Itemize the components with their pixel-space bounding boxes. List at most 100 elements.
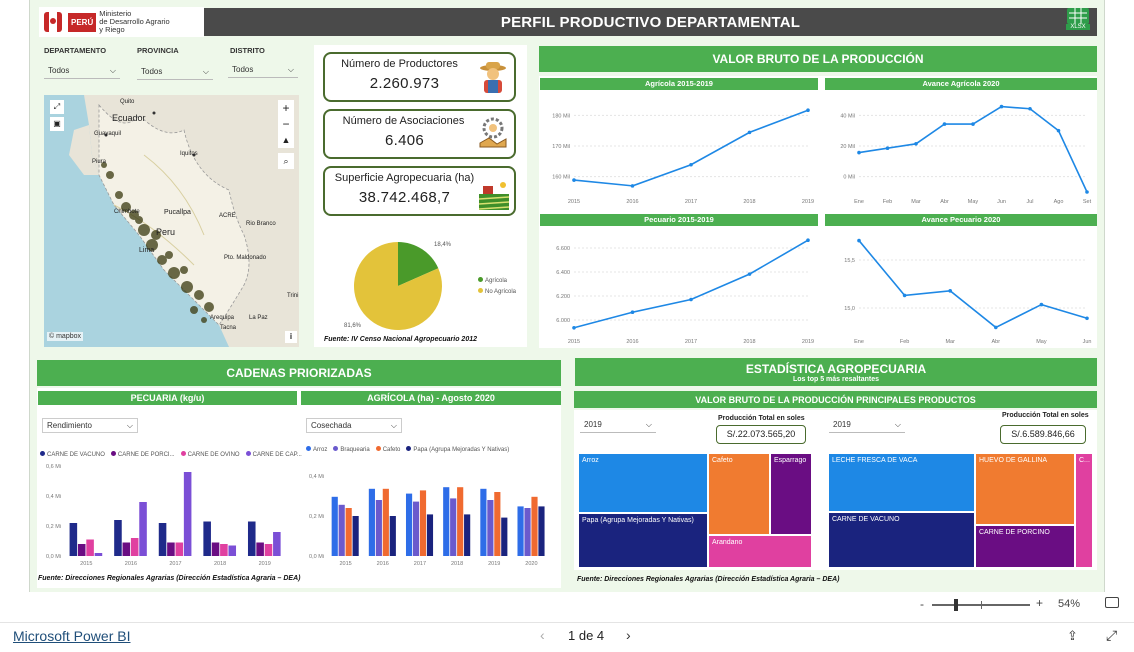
bar[interactable] bbox=[389, 516, 396, 556]
data-point[interactable] bbox=[1085, 316, 1089, 321]
line-chart-avance-pecuario[interactable]: 15,0 15,5 Ene Feb Mar Abr May Jun bbox=[825, 228, 1097, 346]
bar[interactable] bbox=[531, 496, 538, 556]
bar[interactable] bbox=[264, 544, 273, 556]
bar[interactable] bbox=[338, 504, 345, 556]
zoom-out-icon[interactable]: - bbox=[920, 597, 924, 611]
bar[interactable] bbox=[501, 517, 508, 556]
powerbi-brand-link[interactable]: Microsoft Power BI bbox=[13, 628, 130, 644]
agricola-measure-dropdown[interactable]: Cosechada ⌵ bbox=[306, 418, 402, 433]
data-point[interactable] bbox=[572, 325, 576, 330]
data-point[interactable] bbox=[999, 104, 1004, 109]
bar[interactable] bbox=[368, 488, 375, 556]
bar[interactable] bbox=[487, 500, 494, 556]
line-chart-agricola[interactable]: 160 Mil 170 Mil 180 Mil 2015 2016 2017 2018 201… bbox=[540, 92, 818, 206]
bar[interactable] bbox=[228, 545, 237, 557]
bar[interactable] bbox=[273, 532, 281, 556]
data-point[interactable] bbox=[689, 297, 693, 302]
bar[interactable] bbox=[175, 542, 184, 557]
legend-item[interactable]: CARNE DE VACUNO bbox=[40, 451, 105, 458]
prev-page-icon[interactable]: ‹ bbox=[540, 627, 545, 643]
filter-departamento-dropdown[interactable]: Todos ⌵ bbox=[44, 63, 120, 79]
data-point[interactable] bbox=[806, 238, 810, 243]
map-search-icon[interactable]: ⌕ bbox=[278, 153, 294, 169]
legend-item[interactable]: CARNE DE CAP... bbox=[245, 451, 302, 458]
treemap-item-esparrago[interactable]: Esparrago bbox=[770, 453, 812, 535]
bar[interactable] bbox=[405, 493, 413, 556]
bar[interactable] bbox=[183, 472, 192, 556]
data-point[interactable] bbox=[902, 293, 907, 298]
rect-select-icon[interactable]: ▣ bbox=[50, 117, 64, 131]
treemap-item-arroz[interactable]: Arroz bbox=[578, 453, 708, 513]
data-point[interactable] bbox=[1028, 106, 1032, 111]
data-point[interactable] bbox=[747, 130, 752, 135]
legend-item[interactable]: CARNE DE PORCI... bbox=[110, 451, 175, 458]
treemap-pecuario[interactable]: LECHE FRESCA DE VACA CARNE DE VACUNO HUE… bbox=[828, 453, 1093, 568]
treemap-item-carne-porcino[interactable]: CARNE DE PORCINO bbox=[975, 525, 1075, 568]
lasso-select-icon[interactable]: ⤢ bbox=[50, 100, 64, 114]
bar[interactable] bbox=[352, 516, 359, 556]
data-point[interactable] bbox=[1056, 128, 1061, 133]
zoom-in-button[interactable]: + bbox=[278, 100, 294, 116]
line-chart-avance-agricola[interactable]: 0 Mil 20 Mil 40 Mil Ene Feb Mar Abr May Jun Jul Ag… bbox=[825, 92, 1097, 206]
next-page-icon[interactable]: › bbox=[626, 627, 631, 643]
bar[interactable] bbox=[77, 544, 86, 556]
data-point[interactable] bbox=[971, 122, 975, 126]
bar[interactable] bbox=[345, 508, 352, 556]
data-point[interactable] bbox=[1085, 190, 1089, 194]
bar[interactable] bbox=[494, 492, 501, 556]
fullscreen-icon[interactable]: ⤢ bbox=[1106, 627, 1117, 644]
bar[interactable] bbox=[247, 521, 256, 557]
zoom-slider-thumb[interactable] bbox=[954, 599, 958, 611]
info-icon[interactable]: i bbox=[285, 331, 297, 343]
bar[interactable] bbox=[524, 508, 531, 556]
legend-item[interactable]: Cafeto bbox=[375, 446, 400, 453]
bar[interactable] bbox=[426, 514, 434, 556]
bar[interactable] bbox=[412, 501, 420, 556]
compass-icon[interactable]: ▲ bbox=[278, 132, 294, 148]
data-point[interactable] bbox=[994, 325, 998, 330]
treemap1-year-dropdown[interactable]: 2019 ⌵ bbox=[580, 417, 656, 433]
bar[interactable] bbox=[450, 498, 457, 556]
data-point[interactable] bbox=[857, 238, 861, 243]
data-point[interactable] bbox=[948, 289, 952, 293]
treemap-item-leche[interactable]: LECHE FRESCA DE VACA bbox=[828, 453, 975, 512]
bar[interactable] bbox=[331, 496, 338, 556]
fit-to-page-icon[interactable] bbox=[1105, 597, 1119, 608]
bar[interactable] bbox=[94, 553, 103, 556]
zoom-in-icon[interactable]: + bbox=[1036, 596, 1043, 610]
bar[interactable] bbox=[443, 487, 450, 556]
treemap-item-papa[interactable]: Papa (Agrupa Mejoradas Y Nativas) bbox=[578, 513, 708, 568]
bar[interactable] bbox=[139, 502, 147, 556]
pecuaria-measure-dropdown[interactable]: Rendimiento ⌵ bbox=[42, 418, 138, 433]
bar[interactable] bbox=[419, 490, 427, 556]
data-point[interactable] bbox=[747, 272, 752, 276]
map-visual[interactable]: Quito Ecuador Guayaquil Piura Iquitos Ch… bbox=[44, 95, 299, 347]
line-chart-pecuario[interactable]: 6.000 6.200 6.400 6.600 2015 2016 2017 2018 2019 bbox=[540, 228, 818, 346]
bar-chart-pecuaria[interactable]: 0,0 Mi 0,2 Mi 0,4 Mi 0,6 Mi 2015 2016 2017 2018… bbox=[38, 460, 293, 568]
treemap-item-arandano[interactable]: Arandano bbox=[708, 535, 812, 568]
bar[interactable] bbox=[167, 542, 175, 557]
data-point[interactable] bbox=[1039, 302, 1044, 307]
data-point[interactable] bbox=[806, 108, 810, 113]
legend-item[interactable]: Papa (Agrupa Mejoradas Y Nativas) bbox=[406, 446, 509, 453]
treemap-item-cafeto[interactable]: Cafeto bbox=[708, 453, 770, 535]
bar[interactable] bbox=[69, 523, 78, 556]
treemap2-year-dropdown[interactable]: 2019 ⌵ bbox=[829, 417, 905, 433]
treemap-item-huevo[interactable]: HUEVO DE GALLINA bbox=[975, 453, 1075, 525]
data-point[interactable] bbox=[630, 184, 635, 188]
excel-export-icon[interactable]: XLSX bbox=[1066, 7, 1090, 32]
bar[interactable] bbox=[114, 520, 122, 556]
data-point[interactable] bbox=[689, 162, 693, 167]
treemap-item-c[interactable]: C... bbox=[1075, 453, 1093, 568]
bar[interactable] bbox=[457, 487, 464, 556]
share-icon[interactable]: ⇪ bbox=[1067, 628, 1078, 644]
legend-item[interactable]: CARNE DE OVINO bbox=[180, 451, 240, 458]
bar[interactable] bbox=[538, 506, 545, 556]
data-point[interactable] bbox=[630, 310, 635, 315]
bar[interactable] bbox=[375, 500, 382, 556]
data-point[interactable] bbox=[885, 146, 890, 150]
zoom-out-button[interactable]: − bbox=[278, 116, 294, 132]
bar[interactable] bbox=[517, 506, 524, 556]
data-point[interactable] bbox=[857, 150, 861, 155]
filter-distrito-dropdown[interactable]: Todos ⌵ bbox=[228, 62, 298, 78]
